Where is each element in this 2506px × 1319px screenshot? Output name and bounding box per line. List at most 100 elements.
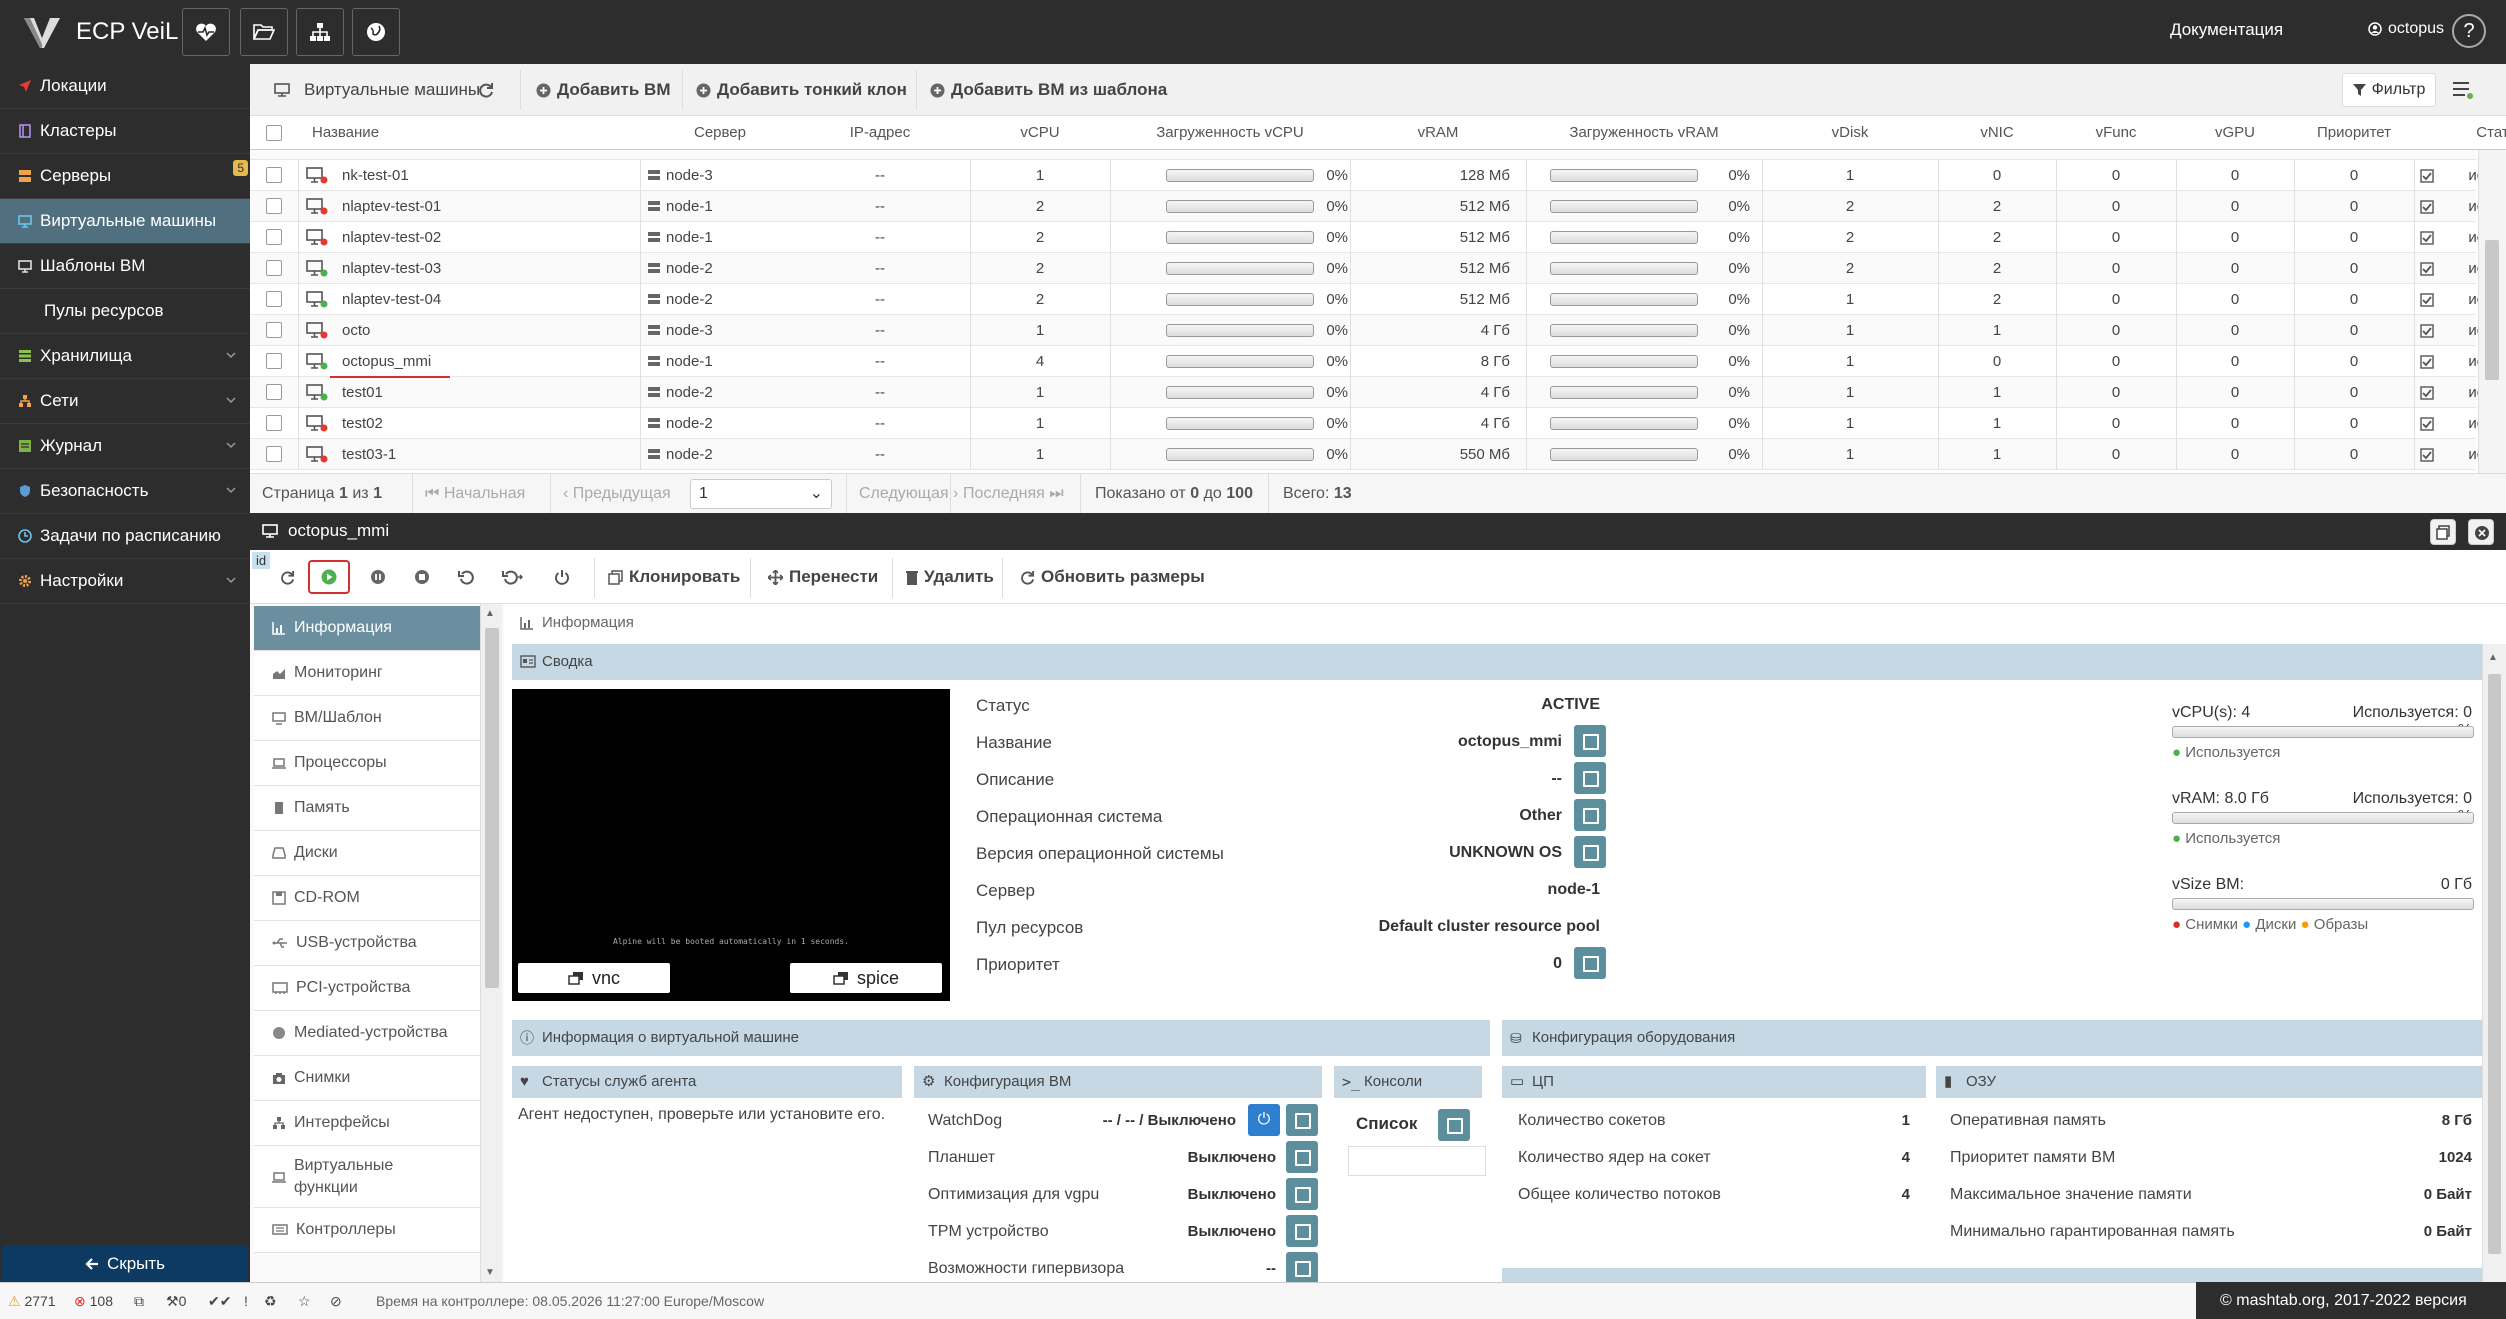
content-scrollbar[interactable]: ▲ <box>2482 644 2506 1282</box>
table-row[interactable]: test03-1node-2--10%550 Мб0%11000исправно <box>250 439 2506 470</box>
hide-sidebar-button[interactable]: Скрыть <box>2 1245 248 1283</box>
vm-name[interactable]: test02 <box>342 408 383 439</box>
table-row[interactable]: octonode-3--10%4 Гб0%11000исправно <box>250 315 2506 346</box>
menu-cdrom[interactable]: CD-ROM <box>254 876 480 921</box>
edit-field-button[interactable] <box>1574 725 1606 757</box>
table-scrollbar[interactable] <box>2478 150 2506 473</box>
stop-vm-button[interactable] <box>414 550 430 604</box>
warnings-counter[interactable]: ⚠ 2771 <box>8 1283 56 1319</box>
edit-field-button[interactable] <box>1574 762 1606 794</box>
col-vcpu-load[interactable]: Загруженность vCPU <box>1110 116 1350 150</box>
row-checkbox[interactable] <box>266 384 282 400</box>
add-thin-clone-button[interactable]: Добавить тонкий клон <box>696 64 907 116</box>
vm-server[interactable]: node-2 <box>666 253 713 284</box>
alert-button[interactable]: ! <box>244 1283 248 1319</box>
move-vm-button[interactable]: Перенести <box>768 550 878 604</box>
sidebar-item-networks[interactable]: Сети <box>0 379 250 424</box>
row-checkbox[interactable] <box>266 260 282 276</box>
menu-usb[interactable]: USB-устройства <box>254 921 480 966</box>
table-row[interactable]: nlaptev-test-03node-2--20%512 Мб0%22000и… <box>250 253 2506 284</box>
menu-snapshots[interactable]: Снимки <box>254 1056 480 1101</box>
col-vgpu[interactable]: vGPU <box>2176 116 2294 150</box>
help-button[interactable]: ? <box>2452 14 2486 48</box>
reboot-vm-button[interactable] <box>458 550 474 604</box>
columns-menu-button[interactable] <box>2452 64 2474 116</box>
spice-button[interactable]: spice <box>790 963 942 993</box>
table-row[interactable]: octopus_mminode-1--40%8 Гб0%10000исправн… <box>250 346 2506 377</box>
row-checkbox[interactable] <box>266 353 282 369</box>
filter-button[interactable]: Фильтр <box>2342 73 2436 107</box>
vm-name[interactable]: octopus_mmi <box>342 346 431 377</box>
add-from-template-button[interactable]: Добавить ВМ из шаблона <box>930 64 1167 116</box>
select-all-checkbox[interactable] <box>266 125 282 141</box>
edit-config-button[interactable] <box>1286 1178 1318 1210</box>
vm-name[interactable]: nlaptev-test-04 <box>342 284 441 315</box>
topology-button[interactable] <box>296 8 344 56</box>
vm-name[interactable]: test01 <box>342 377 383 408</box>
sidebar-item-journal[interactable]: Журнал <box>0 424 250 469</box>
vm-server[interactable]: node-1 <box>666 346 713 377</box>
col-server[interactable]: Сервер <box>640 116 800 150</box>
sidebar-item-templates[interactable]: Шаблоны ВМ <box>0 244 250 289</box>
row-checkbox[interactable] <box>266 446 282 462</box>
menu-monitoring[interactable]: Мониторинг <box>254 651 480 696</box>
favorites-button[interactable]: ☆ <box>298 1283 311 1319</box>
vm-server[interactable]: node-1 <box>666 191 713 222</box>
col-name[interactable]: Название <box>312 116 512 150</box>
errors-counter[interactable]: ⊗ 108 <box>74 1283 113 1319</box>
vm-name[interactable]: test03-1 <box>342 439 396 470</box>
col-vdisk[interactable]: vDisk <box>1762 116 1938 150</box>
col-ip[interactable]: IP-адрес <box>800 116 960 150</box>
row-checkbox[interactable] <box>266 415 282 431</box>
menu-memory[interactable]: Память <box>254 786 480 831</box>
user-menu[interactable]: octopus <box>2368 20 2444 38</box>
checks-button[interactable]: ✔✔ <box>208 1283 231 1319</box>
col-vcpu[interactable]: vCPU <box>970 116 1110 150</box>
vm-name[interactable]: nlaptev-test-03 <box>342 253 441 284</box>
col-status[interactable]: Статус <box>2430 116 2506 150</box>
refresh-list-button[interactable] <box>478 64 494 116</box>
menu-virtual-functions[interactable]: Виртуальные функции <box>254 1146 480 1208</box>
table-row[interactable]: nk-test-01node-3--10%128 Мб0%10000исправ… <box>250 160 2506 191</box>
folder-button[interactable] <box>240 8 288 56</box>
menu-pci[interactable]: PCI-устройства <box>254 966 480 1011</box>
sidebar-item-scheduled-tasks[interactable]: Задачи по расписанию <box>0 514 250 559</box>
menu-disks[interactable]: Диски <box>254 831 480 876</box>
vm-server[interactable]: node-2 <box>666 408 713 439</box>
tasks-counter[interactable]: ⚒0 <box>166 1283 186 1319</box>
block-button[interactable]: ⊘ <box>330 1283 342 1319</box>
edit-config-button[interactable] <box>1286 1215 1318 1247</box>
start-vm-button[interactable] <box>308 560 350 594</box>
brand[interactable]: ECP VeiL <box>22 0 178 64</box>
menu-vm-template[interactable]: ВМ/Шаблон <box>254 696 480 741</box>
sidebar-item-pools[interactable]: Пулы ресурсов <box>0 289 250 334</box>
col-vnic[interactable]: vNIC <box>1938 116 2056 150</box>
last-page-button[interactable]: Последняя ⏭ <box>950 474 1064 514</box>
next-page-button[interactable]: Следующая › <box>846 474 958 514</box>
prev-page-button[interactable]: ‹ Предыдущая <box>550 474 671 514</box>
vm-console-preview[interactable]: Alpine will be booted automatically in 1… <box>512 689 950 1001</box>
page-select[interactable]: 1 ⌄ <box>690 479 832 509</box>
edit-field-button[interactable] <box>1574 947 1606 979</box>
edit-config-button[interactable] <box>1286 1141 1318 1173</box>
close-detail-button[interactable] <box>2468 519 2494 545</box>
menu-mediated[interactable]: Mediated-устройства <box>254 1011 480 1056</box>
health-button[interactable] <box>182 8 230 56</box>
vm-server[interactable]: node-3 <box>666 315 713 346</box>
table-row[interactable]: test01node-2--10%4 Гб0%11000исправно <box>250 377 2506 408</box>
sidebar-item-servers[interactable]: Серверы 5 <box>0 154 250 199</box>
edit-config-button[interactable] <box>1286 1252 1318 1284</box>
force-reboot-button[interactable] <box>502 550 524 604</box>
vm-server[interactable]: node-2 <box>666 377 713 408</box>
recycle-button[interactable]: ♻ <box>264 1283 277 1319</box>
edit-field-button[interactable] <box>1574 799 1606 831</box>
refresh-sizes-button[interactable]: Обновить размеры <box>1020 550 1205 604</box>
shutdown-vm-button[interactable] <box>554 550 570 604</box>
vm-server[interactable]: node-1 <box>666 222 713 253</box>
row-checkbox[interactable] <box>266 291 282 307</box>
consoles-list-box[interactable] <box>1348 1146 1486 1176</box>
vm-name[interactable]: nlaptev-test-02 <box>342 222 441 253</box>
table-row[interactable]: nlaptev-test-01node-1--20%512 Мб0%22000и… <box>250 191 2506 222</box>
sidebar-item-settings[interactable]: Настройки <box>0 559 250 604</box>
globe-button[interactable] <box>352 8 400 56</box>
